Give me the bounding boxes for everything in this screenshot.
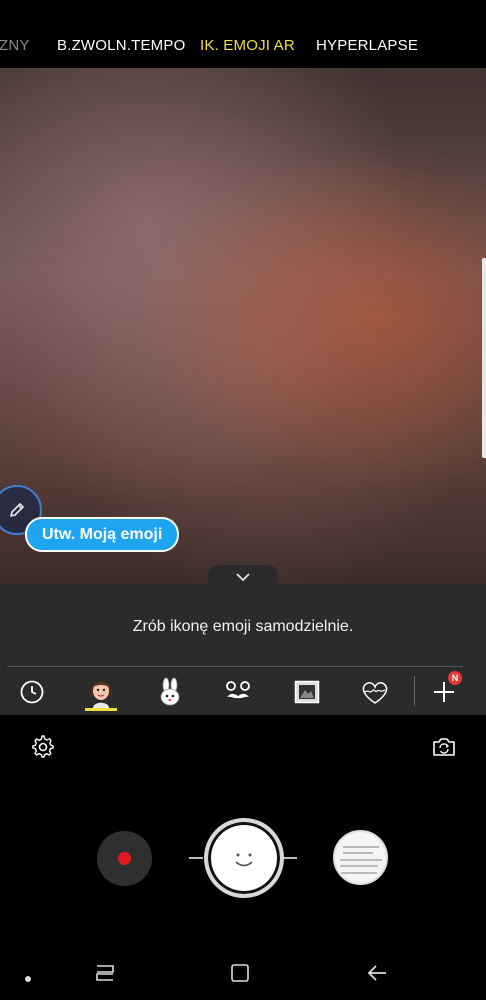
emoji-panel: Zrób ikonę emoji samodzielnie. N <box>0 584 486 715</box>
navigation-bar <box>0 945 486 1000</box>
gear-icon[interactable] <box>31 735 55 759</box>
panel-message: Zrób ikonę emoji samodzielnie. <box>132 618 354 635</box>
zoom-indicator-right <box>283 857 297 859</box>
tray-bunny[interactable] <box>150 674 190 710</box>
home-icon[interactable] <box>230 963 250 983</box>
mode-tab-slow-motion[interactable]: B.ZWOLN.TEMPO <box>57 37 185 54</box>
panel-divider <box>7 666 463 667</box>
mustache-sticker-icon <box>226 681 250 699</box>
shutter-button[interactable] <box>204 818 284 898</box>
smiley-shutter-icon <box>235 853 253 867</box>
tray-add-button[interactable]: N <box>424 671 464 710</box>
tray-my-emoji[interactable] <box>81 674 121 710</box>
back-icon[interactable] <box>366 963 388 983</box>
camera-preview[interactable] <box>0 68 486 588</box>
mode-tab-hyperlapse[interactable]: HYPERLAPSE <box>316 37 418 54</box>
zoom-indicator-left <box>189 857 203 859</box>
new-badge: N <box>448 671 462 685</box>
bunny-sticker-icon <box>160 677 180 706</box>
tray-recent[interactable] <box>12 674 52 710</box>
avatar-emoji-icon <box>89 682 113 708</box>
record-icon <box>118 852 131 865</box>
tray-divider <box>414 676 415 706</box>
camera-mode-bar: ZNY B.ZWOLN.TEMPO IK. EMOJI AR HYPERLAPS… <box>0 0 486 68</box>
record-button[interactable] <box>97 831 152 886</box>
selected-tab-indicator <box>85 708 117 711</box>
gallery-thumbnail[interactable] <box>333 830 388 885</box>
edge-panel-handle[interactable] <box>482 258 486 458</box>
sticker-tray: N <box>0 671 486 714</box>
recent-apps-icon[interactable] <box>93 963 117 983</box>
tray-darling[interactable] <box>355 674 395 710</box>
create-my-emoji-button[interactable]: Utw. Moją emoji <box>25 517 180 552</box>
tray-frame[interactable] <box>287 674 327 710</box>
tray-mustache[interactable] <box>218 674 258 710</box>
frame-sticker-icon <box>294 680 320 704</box>
switch-camera-icon[interactable] <box>431 735 457 759</box>
chevron-down-icon <box>236 573 250 582</box>
dot-icon[interactable] <box>24 969 32 989</box>
clock-icon <box>20 680 44 704</box>
darling-heart-sticker-icon <box>362 682 388 704</box>
pencil-icon <box>10 503 24 517</box>
mode-tab-ar-emoji[interactable]: IK. EMOJI AR <box>200 37 295 54</box>
mode-tab-partial[interactable]: ZNY <box>0 37 30 54</box>
